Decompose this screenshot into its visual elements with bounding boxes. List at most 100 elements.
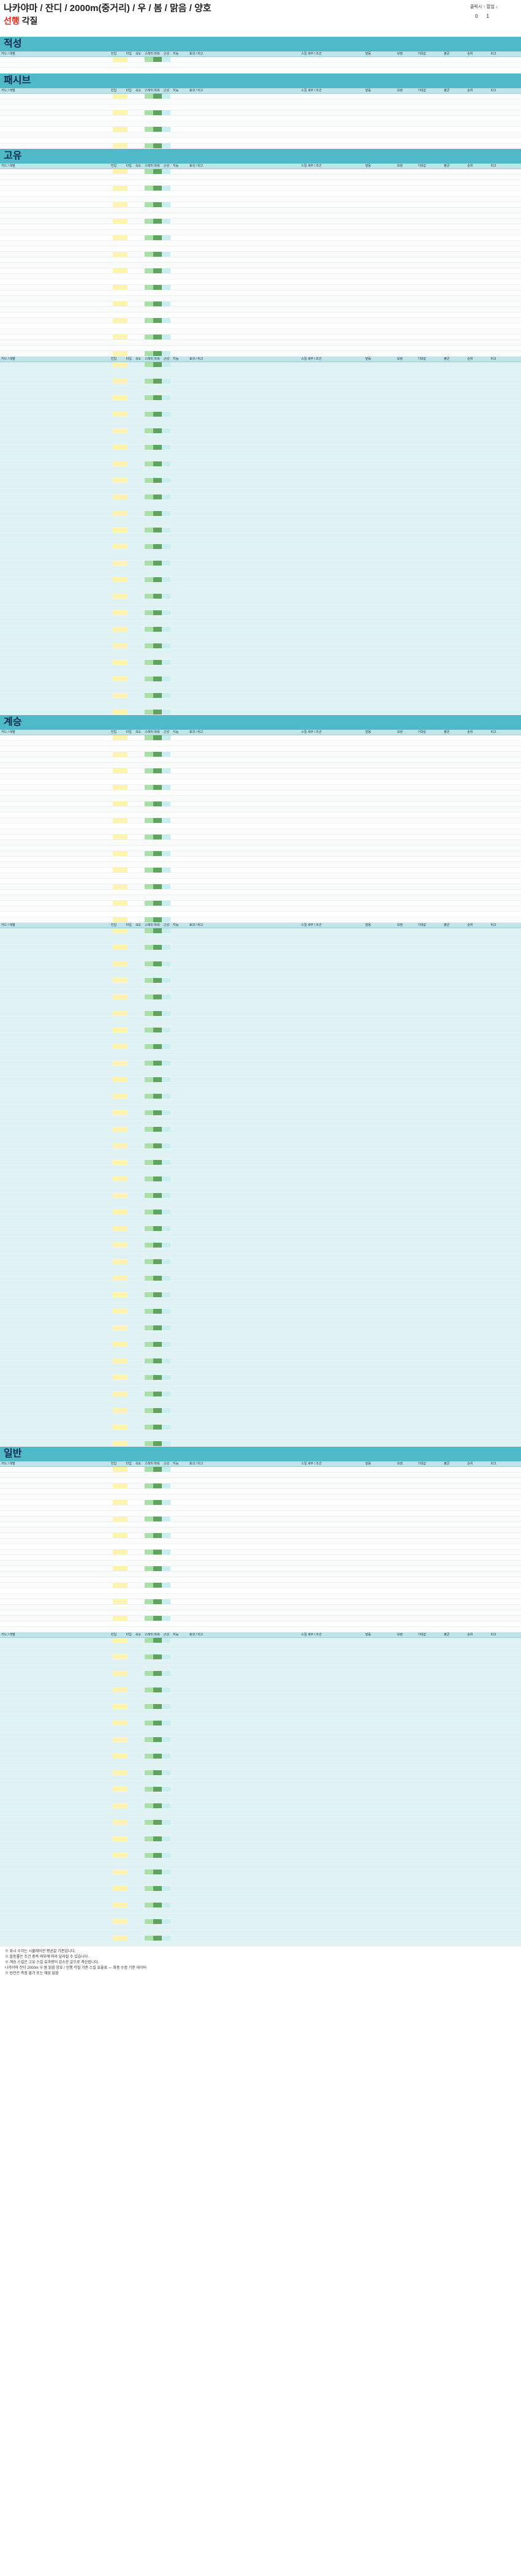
table-row[interactable]: [0, 1436, 521, 1441]
table-row[interactable]: [0, 934, 521, 939]
table-row[interactable]: [0, 1544, 521, 1550]
table-row[interactable]: [0, 1358, 521, 1364]
table-row[interactable]: [0, 1094, 521, 1099]
table-row[interactable]: [0, 840, 521, 846]
table-row[interactable]: [0, 257, 521, 263]
table-row[interactable]: [0, 467, 521, 472]
table-row[interactable]: [0, 368, 521, 373]
table-row[interactable]: [0, 566, 521, 572]
table-row[interactable]: [0, 768, 521, 774]
table-row[interactable]: [0, 967, 521, 972]
table-row[interactable]: [0, 1309, 521, 1314]
table-row[interactable]: [0, 950, 521, 956]
table-row[interactable]: [0, 252, 521, 257]
table-row[interactable]: [0, 1539, 521, 1544]
table-row[interactable]: [0, 340, 521, 346]
table-row[interactable]: [0, 851, 521, 857]
table-row[interactable]: [0, 1006, 521, 1011]
table-row[interactable]: [0, 763, 521, 768]
table-row[interactable]: [0, 785, 521, 790]
table-row[interactable]: [0, 57, 521, 63]
table-row[interactable]: [0, 1528, 521, 1533]
table-row[interactable]: [0, 550, 521, 555]
table-row[interactable]: [0, 533, 521, 539]
table-row[interactable]: [0, 246, 521, 252]
table-row[interactable]: [0, 143, 521, 149]
table-row[interactable]: [0, 1138, 521, 1143]
table-row[interactable]: [0, 1472, 521, 1478]
table-row[interactable]: [0, 610, 521, 616]
table-row[interactable]: [0, 202, 521, 208]
table-row[interactable]: [0, 335, 521, 340]
table-row[interactable]: [0, 1331, 521, 1336]
table-row[interactable]: [0, 197, 521, 202]
table-row[interactable]: [0, 1298, 521, 1303]
table-row[interactable]: [0, 1160, 521, 1165]
table-row[interactable]: [0, 208, 521, 213]
table-row[interactable]: [0, 1511, 521, 1517]
table-row[interactable]: [0, 945, 521, 950]
table-row[interactable]: [0, 1248, 521, 1254]
table-row[interactable]: [0, 1494, 521, 1500]
table-row[interactable]: [0, 434, 521, 439]
table-row[interactable]: [0, 1199, 521, 1204]
table-row[interactable]: [0, 395, 521, 401]
table-row[interactable]: [0, 175, 521, 180]
table-row[interactable]: [0, 746, 521, 752]
table-row[interactable]: [0, 1517, 521, 1522]
table-row[interactable]: [0, 1550, 521, 1555]
table-row[interactable]: [0, 807, 521, 813]
table-row[interactable]: [0, 241, 521, 246]
table-row[interactable]: [0, 379, 521, 384]
table-row[interactable]: [0, 1265, 521, 1270]
table-row[interactable]: [0, 599, 521, 605]
table-row[interactable]: [0, 180, 521, 186]
table-row[interactable]: [0, 1088, 521, 1094]
table-row[interactable]: [0, 1176, 521, 1182]
table-row[interactable]: [0, 99, 521, 105]
table-row[interactable]: [0, 961, 521, 967]
table-row[interactable]: [0, 704, 521, 710]
table-row[interactable]: [0, 1430, 521, 1436]
table-row[interactable]: [0, 483, 521, 489]
table-row[interactable]: [0, 373, 521, 379]
table-row[interactable]: [0, 956, 521, 961]
table-row[interactable]: [0, 627, 521, 632]
table-row[interactable]: [0, 1467, 521, 1472]
table-row[interactable]: [0, 824, 521, 829]
table-row[interactable]: [0, 224, 521, 230]
table-row[interactable]: [0, 1154, 521, 1160]
table-row[interactable]: [0, 1347, 521, 1353]
table-row[interactable]: [0, 384, 521, 390]
table-row[interactable]: [0, 450, 521, 456]
table-row[interactable]: [0, 1121, 521, 1127]
table-row[interactable]: [0, 1044, 521, 1050]
table-row[interactable]: [0, 169, 521, 175]
table-row[interactable]: [0, 1017, 521, 1022]
table-row[interactable]: [0, 439, 521, 445]
table-row[interactable]: [0, 621, 521, 627]
table-row[interactable]: [0, 846, 521, 851]
table-row[interactable]: [0, 741, 521, 746]
table-row[interactable]: [0, 235, 521, 241]
table-row[interactable]: [0, 301, 521, 307]
table-row[interactable]: [0, 561, 521, 566]
table-row[interactable]: [0, 1425, 521, 1430]
table-row[interactable]: [0, 632, 521, 638]
table-row[interactable]: [0, 1259, 521, 1265]
table-row[interactable]: [0, 873, 521, 879]
table-row[interactable]: [0, 1149, 521, 1154]
table-row[interactable]: [0, 1193, 521, 1199]
table-row[interactable]: [0, 539, 521, 544]
table-row[interactable]: [0, 1226, 521, 1232]
table-row[interactable]: [0, 1403, 521, 1408]
table-row[interactable]: [0, 572, 521, 577]
table-row[interactable]: [0, 868, 521, 873]
table-row[interactable]: [0, 1105, 521, 1110]
table-row[interactable]: [0, 638, 521, 643]
table-row[interactable]: [0, 213, 521, 219]
table-row[interactable]: [0, 1072, 521, 1077]
table-row[interactable]: [0, 779, 521, 785]
table-row[interactable]: [0, 1375, 521, 1381]
table-row[interactable]: [0, 417, 521, 423]
